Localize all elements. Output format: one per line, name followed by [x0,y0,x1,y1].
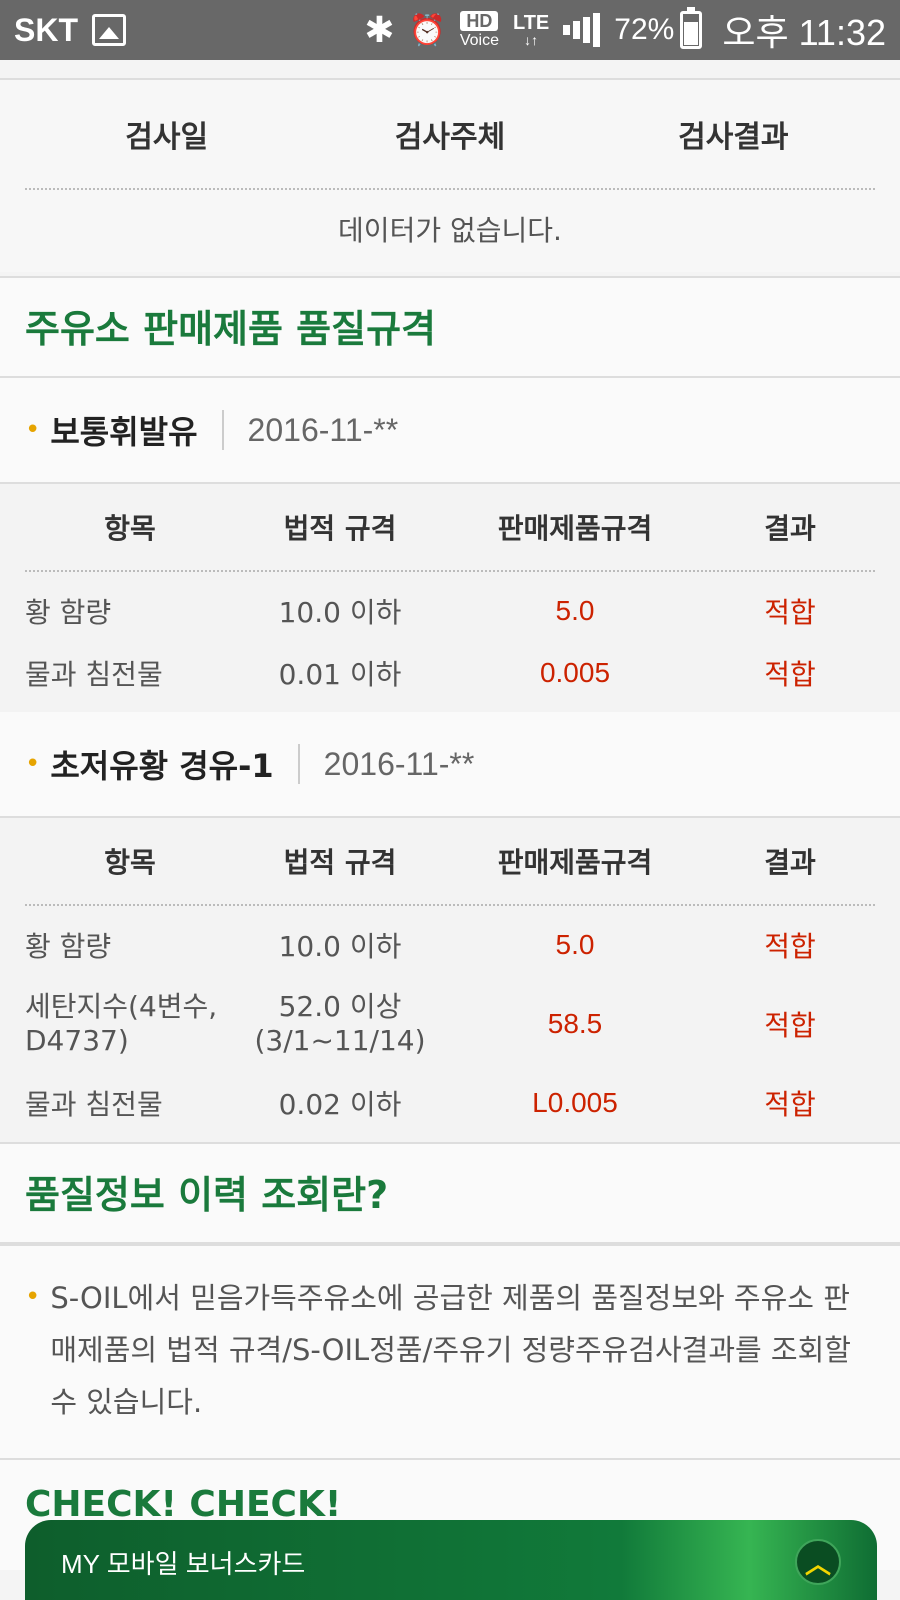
carrier-label: SKT [14,11,78,48]
header-result: 결과 [764,512,816,545]
chevron-up-icon[interactable]: ︿ [795,1539,841,1585]
cell-product: 58.5 [547,1008,603,1039]
cell-legal: 10.0 이하 [278,596,402,629]
product-name: 초저유황 경유-1 [50,747,274,785]
header-result: 결과 [764,846,816,879]
battery-icon [680,7,703,49]
cell-result: 적합 [764,596,816,629]
product-date: 2016-11-** [247,411,399,448]
history-info-text: S-OIL에서 믿음가득주유소에 공급한 제품의 품질정보와 주유소 판매제품의… [50,1281,851,1419]
cell-item: 물과 침전물 [25,1088,163,1121]
history-info-box: • S-OIL에서 믿음가득주유소에 공급한 제품의 품질정보와 주유소 판매제… [0,1244,900,1458]
spec-table-header: 항목 법적 규격 판매제품규격 결과 [25,818,875,906]
cell-legal: 10.0 이하 [278,930,402,963]
table-row: 황 함량 10.0 이하 5.0 적합 [25,914,875,976]
cell-item: 황 함량 [25,596,112,629]
header-legal: 법적 규격 [283,512,397,545]
cell-product: 5.0 [555,929,595,960]
product-name: 보통휘발유 [50,413,198,451]
header-inspection-date: 검사일 [125,120,209,155]
clock: 오후 11:32 [722,12,886,53]
image-icon [92,14,126,46]
bluetooth-icon: ✱ [364,9,395,50]
header-item: 항목 [104,512,156,545]
section-title-history: 품질정보 이력 조회란? [0,1142,900,1244]
product-header: • 초저유황 경유-1 2016-11-** [0,712,900,816]
bonus-card-bar[interactable]: MY 모바일 보너스카드 ︿ [25,1520,877,1600]
table-row: 물과 침전물 0.02 이하 L0.005 적합 [25,1072,875,1134]
header-inspection-agent: 검사주체 [394,120,506,155]
cell-result: 적합 [764,1088,816,1121]
table-row: 세탄지수(4변수, D4737) 52.0 이상 (3/1~11/14) 58.… [25,976,875,1072]
cell-legal: 52.0 이상 (3/1~11/14) [254,990,426,1057]
battery-percent: 72% [614,13,675,46]
spec-table-header: 항목 법적 규격 판매제품규격 결과 [25,484,875,572]
cell-result: 적합 [764,658,816,691]
inspection-table: 검사일 검사주체 검사결과 데이터가 없습니다. [0,78,900,272]
hd-sub-label: Voice [459,32,499,49]
cell-item: 황 함량 [25,930,112,963]
bonus-card-label: MY 모바일 보너스카드 [61,1548,306,1579]
network-arrows: ↓↑ [524,32,539,48]
cell-product: 0.005 [539,657,611,688]
product-date: 2016-11-** [323,745,475,782]
table-row: 황 함량 10.0 이하 5.0 적합 [25,580,875,642]
cell-result: 적합 [764,1009,816,1042]
section-title-quality-spec: 주유소 판매제품 품질규격 [0,276,900,378]
no-data-message: 데이터가 없습니다. [338,214,562,247]
header-item: 항목 [104,846,156,879]
cell-legal: 0.02 이하 [278,1088,402,1121]
cell-product: L0.005 [532,1087,618,1118]
header-inspection-result: 검사결과 [678,120,789,155]
spec-table: 항목 법적 규격 판매제품규격 결과 황 함량 10.0 이하 5.0 적합 물… [0,482,900,712]
divider [221,410,224,450]
status-bar: SKT ✱ ⏰ HD Voice LTE ↓↑ 72% 오후 11:32 [0,0,900,60]
header-product-spec: 판매제품규격 [497,846,653,879]
bullet-icon: • [25,415,41,445]
cell-legal: 0.01 이하 [278,658,402,691]
network-label: LTE [512,12,550,34]
hd-label: HD [460,11,499,31]
header-legal: 법적 규격 [283,846,397,879]
cell-result: 적합 [764,930,816,963]
table-row: 물과 침전물 0.01 이하 0.005 적합 [25,642,875,704]
product-header: • 보통휘발유 2016-11-** [0,378,900,482]
divider [297,744,300,784]
lte-icon: LTE ↓↑ [513,13,549,47]
cell-item: 세탄지수(4변수, D4737) [25,990,218,1057]
hd-voice-icon: HD Voice [460,11,499,49]
header-product-spec: 판매제품규격 [497,512,653,545]
cell-item: 물과 침전물 [25,658,163,691]
inspection-header: 검사일 검사주체 검사결과 [25,80,875,190]
bullet-icon: • [25,1282,41,1312]
cell-product: 5.0 [555,595,595,626]
bullet-icon: • [25,749,41,779]
spec-table: 항목 법적 규격 판매제품규격 결과 황 함량 10.0 이하 5.0 적합 세… [0,816,900,1142]
signal-icon [563,12,601,48]
main-content: 검사일 검사주체 검사결과 데이터가 없습니다. 주유소 판매제품 품질규격 •… [0,60,900,1570]
alarm-icon: ⏰ [408,13,446,47]
